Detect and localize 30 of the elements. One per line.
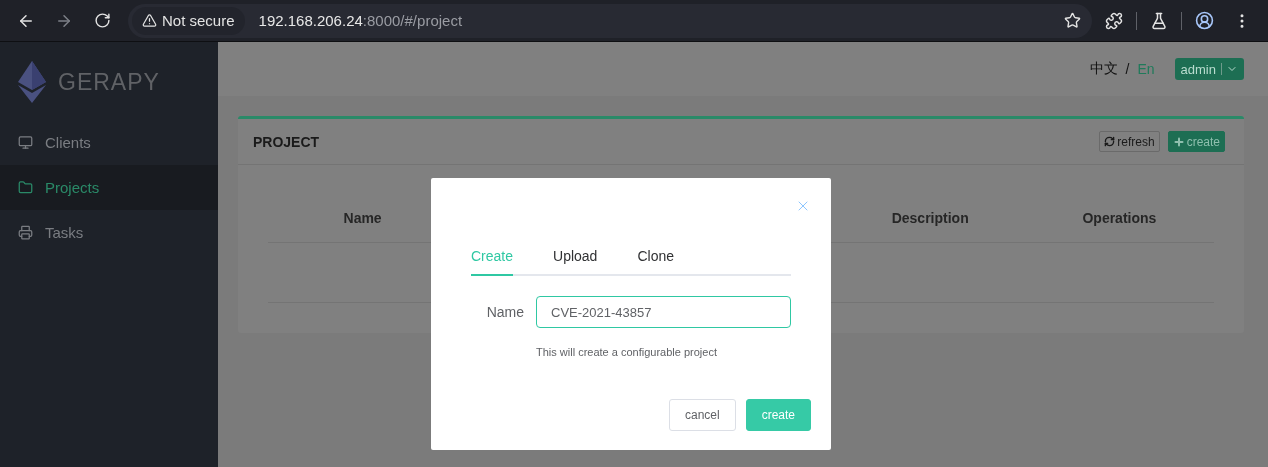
sidebar-item[interactable]: Tasks bbox=[0, 210, 218, 255]
folder-icon bbox=[18, 180, 33, 195]
security-text: Not secure bbox=[162, 12, 235, 29]
diamond-logo-icon bbox=[18, 61, 46, 103]
language-separator: / bbox=[1125, 61, 1130, 77]
monitor-icon bbox=[18, 135, 33, 150]
language-link[interactable]: 中文 bbox=[1089, 60, 1118, 78]
printer-icon bbox=[18, 225, 33, 240]
column-header: Operations bbox=[1024, 165, 1214, 243]
url-text: 192.168.206.24:8000/#/project bbox=[258, 12, 463, 29]
sidebar-item[interactable]: Projects bbox=[0, 165, 218, 210]
refresh-button[interactable]: refresh bbox=[1099, 131, 1160, 152]
address-bar[interactable]: Not secure 192.168.206.24:8000/#/project bbox=[128, 3, 1092, 38]
reload-icon bbox=[93, 12, 111, 29]
field-label: Name bbox=[485, 304, 524, 320]
refresh-icon bbox=[1104, 136, 1116, 147]
create-button[interactable]: create bbox=[1167, 131, 1225, 152]
user-menu-button[interactable]: admin bbox=[1174, 58, 1244, 80]
warning-icon bbox=[142, 13, 157, 28]
name-input-field[interactable]: CVE-2021-43857 bbox=[536, 296, 791, 328]
dialog-tab[interactable]: Upload bbox=[553, 248, 598, 276]
column-header: Description bbox=[835, 165, 1025, 243]
hint-text: This will create a configurable project bbox=[536, 346, 718, 358]
cancel-button[interactable]: cancel bbox=[668, 399, 736, 431]
plus-icon bbox=[1172, 135, 1185, 148]
logo-text: GERAPY bbox=[58, 68, 160, 96]
sidebar-item[interactable]: Clients bbox=[0, 120, 218, 165]
dialog-tab[interactable]: Clone bbox=[637, 248, 674, 276]
security-chip[interactable]: Not secure bbox=[132, 6, 245, 35]
card-title: PROJECT bbox=[253, 133, 321, 150]
